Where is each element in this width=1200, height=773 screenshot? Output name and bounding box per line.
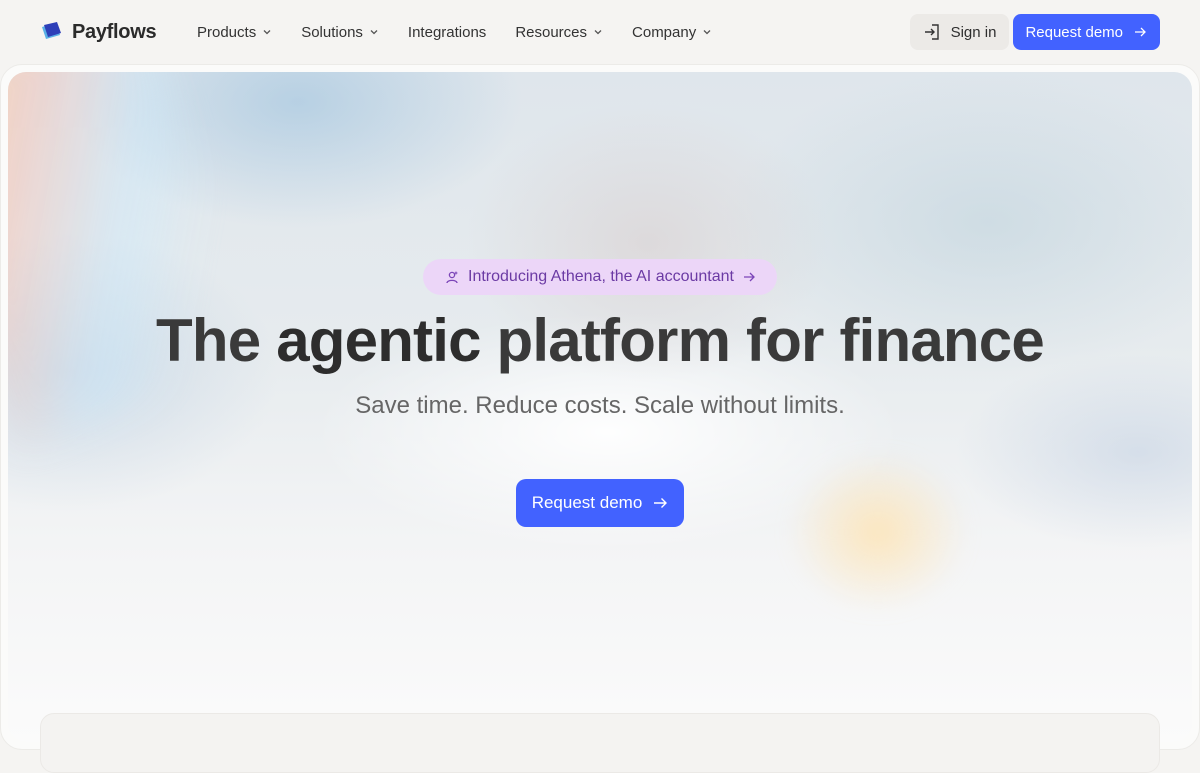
- chevron-down-icon: [263, 30, 271, 35]
- payflows-logo-icon: [40, 21, 64, 43]
- hero-rainbow-decoration: [8, 72, 266, 446]
- request-demo-label: Request demo: [1025, 23, 1123, 41]
- hero-glow-decoration: [788, 452, 968, 612]
- sign-in-icon: [924, 24, 939, 40]
- nav-item-label: Company: [632, 23, 697, 41]
- chevron-down-icon: [594, 30, 602, 35]
- arrow-right-icon: [654, 498, 668, 508]
- hero-headline: The agentic platform for finance: [0, 306, 1200, 375]
- top-navigation: Payflows Products Solutions Integrations…: [0, 0, 1200, 64]
- request-demo-label: Request demo: [531, 493, 643, 512]
- chevron-down-icon: [370, 30, 378, 35]
- nav-item-resources[interactable]: Resources: [515, 24, 603, 41]
- nav-item-label: Integrations: [407, 23, 487, 41]
- header-actions: Sign in Request demo: [909, 14, 1160, 50]
- nav-item-label: Products: [197, 23, 257, 41]
- nav-item-solutions[interactable]: Solutions: [301, 24, 379, 41]
- main-nav: Products Solutions Integrations Resource…: [197, 20, 741, 44]
- headline-part-1: The: [156, 307, 261, 374]
- request-demo-hero-button[interactable]: Request demo: [516, 479, 684, 527]
- product-preview-card: [40, 713, 1160, 773]
- brand-name: Payflows: [72, 20, 157, 43]
- ai-agent-icon: [446, 271, 458, 284]
- announcement-text: Introducing Athena, the AI accountant: [468, 268, 734, 285]
- nav-item-products[interactable]: Products: [197, 24, 272, 41]
- nav-item-integrations[interactable]: Integrations: [408, 24, 486, 41]
- sign-in-label: Sign in: [950, 23, 997, 41]
- brand-logo-link[interactable]: Payflows: [40, 20, 157, 44]
- hero-subheadline: Save time. Reduce costs. Scale without l…: [355, 392, 845, 419]
- nav-item-company[interactable]: Company: [632, 24, 712, 41]
- nav-item-label: Solutions: [301, 23, 363, 41]
- announcement-pill[interactable]: Introducing Athena, the AI accountant: [423, 259, 777, 295]
- headline-emphasis: agentic: [276, 307, 481, 374]
- arrow-right-icon: [743, 272, 755, 282]
- chevron-down-icon: [703, 30, 711, 35]
- nav-item-label: Resources: [515, 23, 588, 41]
- sign-in-button[interactable]: Sign in: [909, 14, 1010, 50]
- request-demo-header-button[interactable]: Request demo: [1013, 14, 1160, 50]
- arrow-right-icon: [1135, 27, 1146, 37]
- headline-part-2: platform for finance: [496, 307, 1045, 374]
